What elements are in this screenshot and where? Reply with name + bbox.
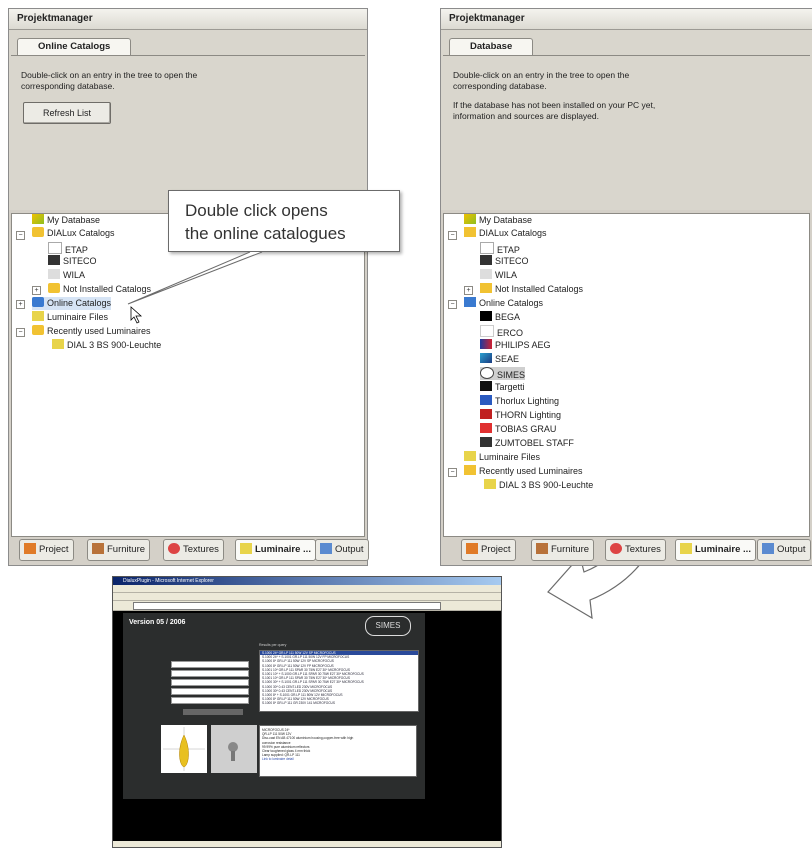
furniture-icon [536, 543, 548, 554]
tobias-grau-logo-icon [480, 423, 492, 433]
filter-select[interactable] [171, 697, 249, 704]
thorn-logo-icon [480, 409, 492, 419]
luminaire-detail: MICROFOCUS 24* QR-LP 111 50W 12V Disc-ca… [259, 725, 417, 777]
tree-item-recent-luminaires[interactable]: Recently used Luminaires [464, 465, 583, 478]
submit-button[interactable] [183, 709, 243, 715]
thorlux-logo-icon [480, 395, 492, 405]
callout-pointer [127, 251, 263, 305]
catalog-tree: My Database − DIALux Catalogs ETAP SITEC… [443, 213, 810, 537]
tree-item-my-database[interactable]: My Database [464, 214, 532, 227]
browser-toolbar [113, 593, 501, 601]
tree-item-not-installed[interactable]: Not Installed Catalogs [480, 283, 583, 296]
tree-item-dialux-catalogs[interactable]: DIALux Catalogs [464, 227, 547, 240]
tree-item-simes[interactable]: SIMES [480, 367, 526, 380]
tree-item-tobias-grau[interactable]: TOBIAS GRAU [480, 423, 556, 436]
tree-item-online-catalogs[interactable]: Online Catalogs [464, 297, 543, 310]
bottom-tab-bar: Project Furniture Textures Luminaire ...… [445, 539, 811, 561]
tab-luminaire[interactable]: Luminaire ... [675, 539, 756, 561]
tree-item-luminaire-files[interactable]: Luminaire Files [464, 451, 540, 464]
folder-icon [464, 465, 476, 475]
bega-logo-icon [480, 311, 492, 321]
tab-textures[interactable]: Textures [605, 539, 666, 561]
detail-link[interactable]: Link to luminaire detail [262, 757, 414, 761]
tree-item-thorn[interactable]: THORN Lighting [480, 409, 561, 422]
results-header: Results per query [259, 643, 287, 647]
tab-output[interactable]: Output [757, 539, 811, 561]
tree-item-dial3[interactable]: DIAL 3 BS 900-Leuchte [484, 479, 593, 492]
results-list[interactable]: S.1000 24* GR.LP 111 50W 12V SP MICROFOC… [259, 650, 419, 712]
luminaire-icon [484, 479, 496, 489]
tree-item-siteco[interactable]: SITECO [480, 255, 529, 268]
luminaire-icon [680, 543, 692, 554]
seae-logo-icon [480, 353, 492, 363]
tree-item-erco[interactable]: ERCO [480, 325, 523, 338]
textures-icon [610, 543, 622, 554]
database-icon [464, 214, 476, 224]
luminaire-icon [464, 451, 476, 461]
project-icon [466, 543, 478, 554]
tab-furniture[interactable]: Furniture [531, 539, 595, 561]
version-label: Version 05 / 2006 [129, 619, 186, 626]
tree-item-seae[interactable]: SEAE [480, 353, 519, 366]
browser-status-bar [113, 841, 501, 847]
filter-select[interactable] [171, 679, 249, 686]
browser-content: Version 05 / 2006 SIMES Results per quer… [113, 611, 501, 841]
zumtobel-logo-icon [480, 437, 492, 447]
tree-item-targetti[interactable]: Targetti [480, 381, 525, 394]
etap-logo-icon [480, 242, 494, 254]
filter-select[interactable] [171, 670, 249, 677]
tab-database[interactable]: Database [449, 38, 534, 55]
filter-select[interactable] [171, 688, 249, 695]
project-manager-panel-right: Projektmanager Database Double-click on … [440, 8, 812, 566]
browser-menu-bar [113, 585, 501, 593]
erco-logo-icon [480, 325, 494, 337]
output-icon [762, 543, 774, 554]
simes-logo: SIMES [365, 616, 411, 636]
collapse-toggle[interactable]: − [448, 300, 457, 309]
tree-item-philips[interactable]: PHILIPS AEG [480, 339, 551, 352]
tree-item-etap[interactable]: ETAP [480, 242, 520, 255]
browser-title-bar: DialuxPlugin - Microsoft Internet Explor… [113, 577, 501, 585]
browser-address-bar [113, 601, 501, 611]
browser-window: DialuxPlugin - Microsoft Internet Explor… [112, 576, 502, 848]
targetti-logo-icon [480, 381, 492, 391]
wila-logo-icon [480, 269, 492, 279]
collapse-toggle[interactable]: − [448, 231, 457, 240]
collapse-toggle[interactable]: − [448, 468, 457, 477]
folder-icon [464, 227, 476, 237]
tree-item-bega[interactable]: BEGA [480, 311, 520, 324]
globe-book-icon [464, 297, 476, 307]
description-text: Double-click on an entry in the tree to … [453, 70, 656, 121]
tab-project[interactable]: Project [461, 539, 516, 561]
tree-item-zumtobel[interactable]: ZUMTOBEL STAFF [480, 437, 574, 450]
simes-catalog-page: Version 05 / 2006 SIMES Results per quer… [123, 613, 425, 799]
filter-select[interactable] [171, 661, 249, 668]
tree-item-thorlux[interactable]: Thorlux Lighting [480, 395, 559, 408]
info-area: Database Double-click on an entry in the… [441, 30, 812, 210]
light-distribution-image [161, 725, 207, 773]
expand-toggle[interactable]: + [464, 286, 473, 295]
simes-logo-icon [480, 367, 494, 379]
tree-item-wila[interactable]: WILA [480, 269, 517, 282]
folder-icon [480, 283, 492, 293]
luminaire-photo [211, 725, 257, 773]
panel-title: Projektmanager [441, 9, 812, 30]
philips-logo-icon [480, 339, 492, 349]
address-input[interactable] [133, 602, 441, 610]
siteco-logo-icon [480, 255, 492, 265]
